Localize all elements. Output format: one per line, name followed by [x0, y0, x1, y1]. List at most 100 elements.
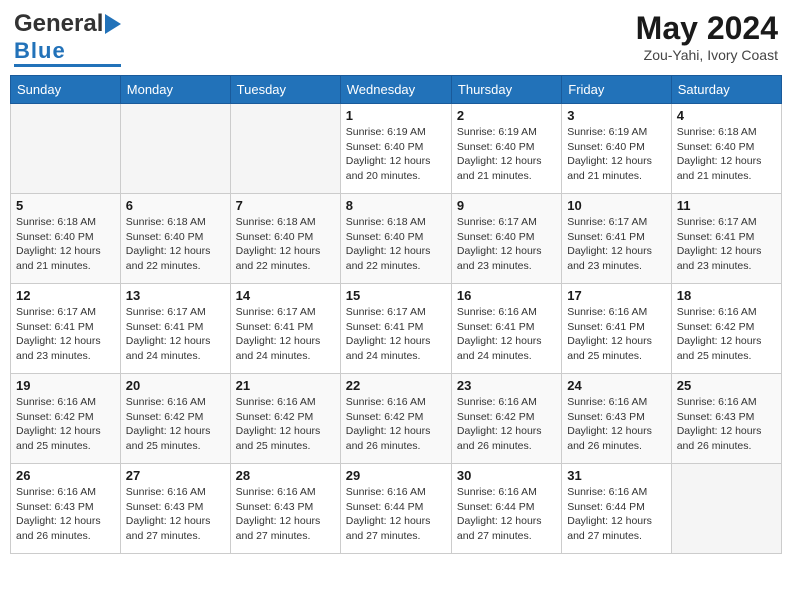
calendar-cell: 31 Sunrise: 6:16 AM Sunset: 6:44 PM Dayli… — [562, 464, 671, 554]
day-number: 12 — [16, 288, 115, 303]
day-info: Sunrise: 6:16 AM Sunset: 6:44 PM Dayligh… — [567, 485, 665, 544]
day-info: Sunrise: 6:18 AM Sunset: 6:40 PM Dayligh… — [236, 215, 335, 274]
calendar-cell: 3 Sunrise: 6:19 AM Sunset: 6:40 PM Daylig… — [562, 104, 671, 194]
weekday-header-thursday: Thursday — [451, 76, 561, 104]
calendar-cell: 7 Sunrise: 6:18 AM Sunset: 6:40 PM Daylig… — [230, 194, 340, 284]
day-number: 11 — [677, 198, 776, 213]
calendar-cell: 5 Sunrise: 6:18 AM Sunset: 6:40 PM Daylig… — [11, 194, 121, 284]
day-info: Sunrise: 6:17 AM Sunset: 6:41 PM Dayligh… — [126, 305, 225, 364]
calendar-cell: 2 Sunrise: 6:19 AM Sunset: 6:40 PM Daylig… — [451, 104, 561, 194]
day-info: Sunrise: 6:19 AM Sunset: 6:40 PM Dayligh… — [457, 125, 556, 184]
day-number: 16 — [457, 288, 556, 303]
day-number: 31 — [567, 468, 665, 483]
calendar-cell: 27Sunrise: 6:16 AM Sunset: 6:43 PM Dayli… — [120, 464, 230, 554]
calendar-cell — [230, 104, 340, 194]
calendar-cell — [671, 464, 781, 554]
day-number: 6 — [126, 198, 225, 213]
calendar-header-row: SundayMondayTuesdayWednesdayThursdayFrid… — [11, 76, 782, 104]
day-number: 15 — [346, 288, 446, 303]
day-number: 14 — [236, 288, 335, 303]
day-number: 7 — [236, 198, 335, 213]
calendar-cell: 22Sunrise: 6:16 AM Sunset: 6:42 PM Dayli… — [340, 374, 451, 464]
logo-general-text: General — [14, 10, 103, 38]
day-number: 25 — [677, 378, 776, 393]
day-info: Sunrise: 6:16 AM Sunset: 6:41 PM Dayligh… — [567, 305, 665, 364]
calendar-cell — [120, 104, 230, 194]
calendar-week-4: 19 Sunrise: 6:16 AM Sunset: 6:42 PM Dayli… — [11, 374, 782, 464]
calendar-cell: 21Sunrise: 6:16 AM Sunset: 6:42 PM Dayli… — [230, 374, 340, 464]
day-number: 30 — [457, 468, 556, 483]
day-info: Sunrise: 6:16 AM Sunset: 6:43 PM Dayligh… — [126, 485, 225, 544]
day-number: 2 — [457, 108, 556, 123]
logo-arrow-icon — [105, 14, 121, 34]
day-info: Sunrise: 6:16 AM Sunset: 6:42 PM Dayligh… — [126, 395, 225, 454]
calendar-cell — [11, 104, 121, 194]
day-info: Sunrise: 6:16 AM Sunset: 6:42 PM Dayligh… — [16, 395, 115, 454]
day-info: Sunrise: 6:18 AM Sunset: 6:40 PM Dayligh… — [126, 215, 225, 274]
day-info: Sunrise: 6:19 AM Sunset: 6:40 PM Dayligh… — [567, 125, 665, 184]
calendar-cell: 11Sunrise: 6:17 AM Sunset: 6:41 PM Dayli… — [671, 194, 781, 284]
day-info: Sunrise: 6:17 AM Sunset: 6:41 PM Dayligh… — [346, 305, 446, 364]
calendar-week-3: 12 Sunrise: 6:17 AM Sunset: 6:41 PM Dayli… — [11, 284, 782, 374]
day-number: 24 — [567, 378, 665, 393]
day-number: 9 — [457, 198, 556, 213]
weekday-header-friday: Friday — [562, 76, 671, 104]
logo: General Blue — [14, 10, 121, 67]
day-info: Sunrise: 6:18 AM Sunset: 6:40 PM Dayligh… — [677, 125, 776, 184]
page-header: General Blue May 2024 Zou-Yahi, Ivory Co… — [10, 10, 782, 67]
calendar-cell: 26Sunrise: 6:16 AM Sunset: 6:43 PM Dayli… — [11, 464, 121, 554]
day-number: 17 — [567, 288, 665, 303]
day-info: Sunrise: 6:17 AM Sunset: 6:41 PM Dayligh… — [567, 215, 665, 274]
day-info: Sunrise: 6:17 AM Sunset: 6:40 PM Dayligh… — [457, 215, 556, 274]
weekday-header-tuesday: Tuesday — [230, 76, 340, 104]
day-info: Sunrise: 6:18 AM Sunset: 6:40 PM Dayligh… — [16, 215, 115, 274]
weekday-header-saturday: Saturday — [671, 76, 781, 104]
calendar-cell: 25 Sunrise: 6:16 AM Sunset: 6:43 PM Dayli… — [671, 374, 781, 464]
calendar-cell: 23 Sunrise: 6:16 AM Sunset: 6:42 PM Dayli… — [451, 374, 561, 464]
logo-blue-text: Blue — [14, 38, 66, 64]
logo-underline — [14, 64, 121, 67]
day-info: Sunrise: 6:16 AM Sunset: 6:43 PM Dayligh… — [16, 485, 115, 544]
day-number: 3 — [567, 108, 665, 123]
month-year-title: May 2024 — [636, 10, 778, 47]
day-info: Sunrise: 6:16 AM Sunset: 6:42 PM Dayligh… — [677, 305, 776, 364]
calendar-cell: 12Sunrise: 6:17 AM Sunset: 6:41 PM Dayli… — [11, 284, 121, 374]
location-subtitle: Zou-Yahi, Ivory Coast — [636, 47, 778, 63]
day-info: Sunrise: 6:16 AM Sunset: 6:43 PM Dayligh… — [236, 485, 335, 544]
day-number: 23 — [457, 378, 556, 393]
calendar-cell: 15 Sunrise: 6:17 AM Sunset: 6:41 PM Dayli… — [340, 284, 451, 374]
weekday-header-monday: Monday — [120, 76, 230, 104]
day-info: Sunrise: 6:19 AM Sunset: 6:40 PM Dayligh… — [346, 125, 446, 184]
day-info: Sunrise: 6:18 AM Sunset: 6:40 PM Dayligh… — [346, 215, 446, 274]
day-number: 5 — [16, 198, 115, 213]
calendar-week-2: 5 Sunrise: 6:18 AM Sunset: 6:40 PM Daylig… — [11, 194, 782, 284]
day-number: 10 — [567, 198, 665, 213]
day-number: 29 — [346, 468, 446, 483]
title-block: May 2024 Zou-Yahi, Ivory Coast — [636, 10, 778, 63]
day-info: Sunrise: 6:16 AM Sunset: 6:42 PM Dayligh… — [457, 395, 556, 454]
calendar-cell: 4Sunrise: 6:18 AM Sunset: 6:40 PM Daylig… — [671, 104, 781, 194]
calendar-cell: 17 Sunrise: 6:16 AM Sunset: 6:41 PM Dayli… — [562, 284, 671, 374]
day-info: Sunrise: 6:16 AM Sunset: 6:41 PM Dayligh… — [457, 305, 556, 364]
day-info: Sunrise: 6:16 AM Sunset: 6:43 PM Dayligh… — [677, 395, 776, 454]
day-number: 1 — [346, 108, 446, 123]
calendar-week-1: 1 Sunrise: 6:19 AM Sunset: 6:40 PM Daylig… — [11, 104, 782, 194]
calendar-table: SundayMondayTuesdayWednesdayThursdayFrid… — [10, 75, 782, 554]
day-number: 20 — [126, 378, 225, 393]
calendar-cell: 1 Sunrise: 6:19 AM Sunset: 6:40 PM Daylig… — [340, 104, 451, 194]
day-number: 8 — [346, 198, 446, 213]
calendar-cell: 19 Sunrise: 6:16 AM Sunset: 6:42 PM Dayli… — [11, 374, 121, 464]
calendar-cell: 9 Sunrise: 6:17 AM Sunset: 6:40 PM Daylig… — [451, 194, 561, 284]
day-info: Sunrise: 6:16 AM Sunset: 6:44 PM Dayligh… — [346, 485, 446, 544]
calendar-cell: 13Sunrise: 6:17 AM Sunset: 6:41 PM Dayli… — [120, 284, 230, 374]
day-number: 19 — [16, 378, 115, 393]
calendar-cell: 24Sunrise: 6:16 AM Sunset: 6:43 PM Dayli… — [562, 374, 671, 464]
calendar-cell: 14 Sunrise: 6:17 AM Sunset: 6:41 PM Dayli… — [230, 284, 340, 374]
calendar-cell: 16 Sunrise: 6:16 AM Sunset: 6:41 PM Dayli… — [451, 284, 561, 374]
calendar-cell: 28Sunrise: 6:16 AM Sunset: 6:43 PM Dayli… — [230, 464, 340, 554]
calendar-cell: 10 Sunrise: 6:17 AM Sunset: 6:41 PM Dayli… — [562, 194, 671, 284]
calendar-cell: 30Sunrise: 6:16 AM Sunset: 6:44 PM Dayli… — [451, 464, 561, 554]
weekday-header-wednesday: Wednesday — [340, 76, 451, 104]
calendar-cell: 20 Sunrise: 6:16 AM Sunset: 6:42 PM Dayli… — [120, 374, 230, 464]
day-info: Sunrise: 6:17 AM Sunset: 6:41 PM Dayligh… — [236, 305, 335, 364]
